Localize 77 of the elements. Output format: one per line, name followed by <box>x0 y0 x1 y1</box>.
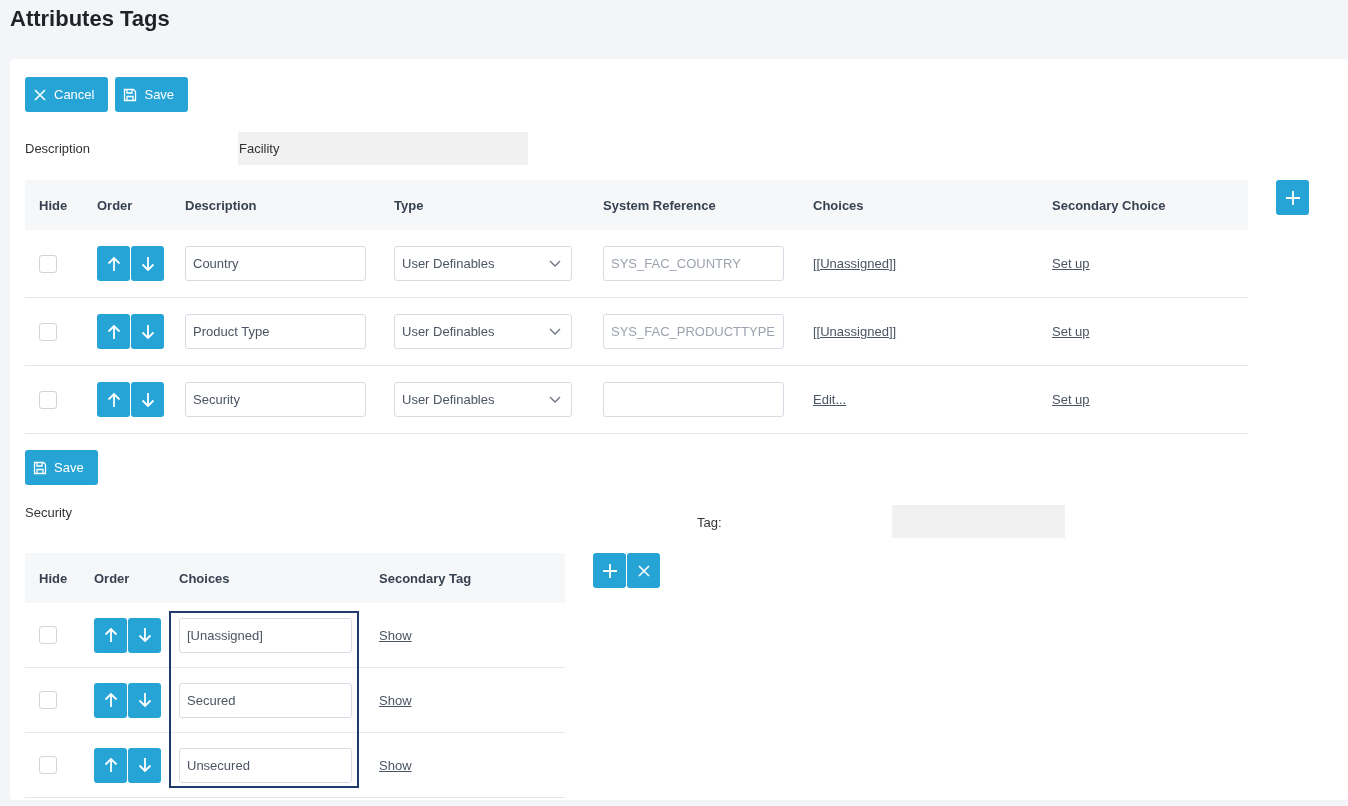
type-dropdown[interactable]: User Definables <box>394 246 572 281</box>
choices-link[interactable]: [[Unassigned]] <box>813 324 897 339</box>
column-header: Order <box>94 570 131 586</box>
section-title: Security <box>25 505 73 520</box>
hide-checkbox[interactable] <box>39 390 57 409</box>
down-arrow-icon <box>137 627 152 643</box>
choice-input[interactable]: Secured <box>179 682 352 718</box>
choice-input[interactable]: [Unassigned] <box>179 617 352 653</box>
page-title: Attributes Tags <box>9 5 171 33</box>
up-arrow-icon <box>106 391 121 408</box>
column-header: Secondary Choice <box>1052 197 1167 213</box>
column-header: Hide <box>39 197 69 213</box>
up-arrow-icon <box>103 692 118 708</box>
remove-choice-button[interactable] <box>627 553 660 588</box>
description-input[interactable]: Country <box>185 246 366 281</box>
column-header: Type <box>394 197 425 213</box>
column-header: System Reference <box>603 197 717 213</box>
show-link[interactable]: Show <box>379 757 412 773</box>
move-down-button[interactable] <box>131 314 164 349</box>
system-reference-input[interactable]: SYS_FAC_PRODUCTTYPE <box>603 314 784 349</box>
show-link[interactable]: Show <box>379 627 412 643</box>
plus-icon <box>1284 189 1301 206</box>
up-arrow-icon <box>106 255 121 272</box>
up-arrow-icon <box>106 323 121 340</box>
hide-checkbox[interactable] <box>39 254 57 273</box>
move-down-button[interactable] <box>128 747 161 783</box>
down-arrow-icon <box>137 692 152 708</box>
chevron-down-icon <box>549 259 561 268</box>
system-reference-input[interactable]: SYS_FAC_COUNTRY <box>603 246 784 281</box>
set-up-link[interactable]: Set up <box>1052 392 1090 407</box>
description-input[interactable]: Product Type <box>185 314 366 349</box>
show-link[interactable]: Show <box>379 692 412 708</box>
plus-icon <box>601 562 618 579</box>
hide-checkbox[interactable] <box>39 691 57 709</box>
move-down-button[interactable] <box>131 382 164 417</box>
type-dropdown[interactable]: User Definables <box>394 314 572 349</box>
hide-checkbox[interactable] <box>39 322 57 341</box>
up-arrow-icon <box>103 627 118 643</box>
choices-link[interactable]: [[Unassigned]] <box>813 256 897 271</box>
move-down-button[interactable] <box>128 682 161 718</box>
hide-checkbox[interactable] <box>39 756 57 774</box>
down-arrow-icon <box>140 323 155 340</box>
column-header: Description <box>185 197 258 213</box>
move-up-button[interactable] <box>97 314 130 349</box>
column-header: Hide <box>39 570 69 586</box>
system-reference-input[interactable] <box>603 382 784 417</box>
down-arrow-icon <box>137 757 152 773</box>
hide-checkbox[interactable] <box>39 626 57 644</box>
down-arrow-icon <box>140 255 155 272</box>
column-header: Choices <box>813 197 865 213</box>
add-row-button[interactable] <box>1276 180 1309 215</box>
description-label: Description <box>25 141 92 156</box>
column-header: Choices <box>179 570 231 586</box>
move-up-button[interactable] <box>97 246 130 281</box>
tag-label: Tag: <box>697 514 723 530</box>
close-icon <box>636 563 651 578</box>
type-dropdown[interactable]: User Definables <box>394 382 572 417</box>
choices-link[interactable]: Edit... <box>813 392 847 407</box>
move-up-button[interactable] <box>97 382 130 417</box>
description-field[interactable]: Facility <box>238 132 528 165</box>
chevron-down-icon <box>549 395 561 404</box>
description-input[interactable]: Security <box>185 382 366 417</box>
move-up-button[interactable] <box>94 617 127 653</box>
set-up-link[interactable]: Set up <box>1052 324 1090 339</box>
down-arrow-icon <box>140 391 155 408</box>
column-header: Order <box>97 197 134 213</box>
move-up-button[interactable] <box>94 682 127 718</box>
move-down-button[interactable] <box>131 246 164 281</box>
move-down-button[interactable] <box>128 617 161 653</box>
add-choice-button[interactable] <box>593 553 626 588</box>
chevron-down-icon <box>549 327 561 336</box>
move-up-button[interactable] <box>94 747 127 783</box>
close-icon <box>33 87 47 102</box>
up-arrow-icon <box>103 757 118 773</box>
choice-input[interactable]: Unsecured <box>179 747 352 783</box>
column-header: Secondary Tag <box>379 570 473 586</box>
set-up-link[interactable]: Set up <box>1052 256 1090 271</box>
